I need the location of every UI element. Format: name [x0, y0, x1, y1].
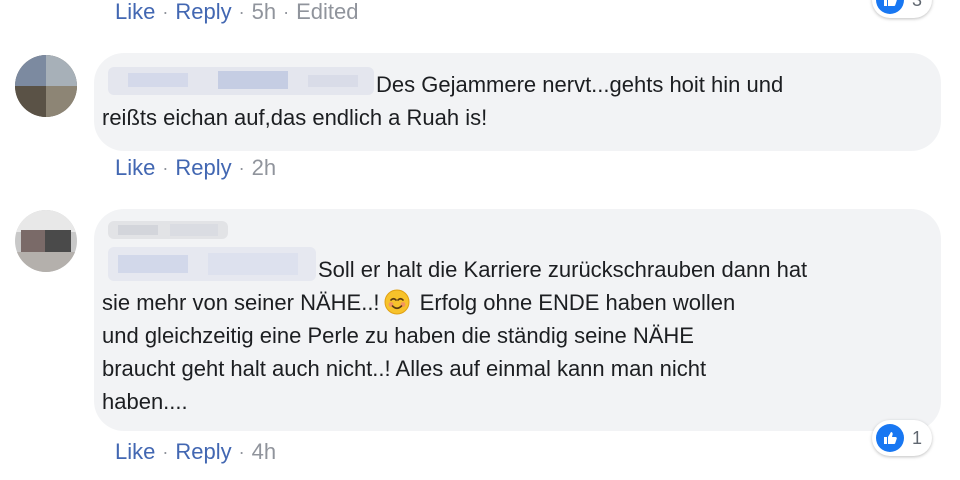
reply-link[interactable]: Reply [175, 0, 231, 25]
comment-bubble: Soll er halt die Karriere zurückschraube… [94, 209, 941, 431]
comment-text-line: Soll er halt die Karriere zurückschraube… [318, 257, 808, 282]
thumbs-up-icon [876, 0, 904, 14]
avatar[interactable] [15, 210, 77, 272]
like-link[interactable]: Like [115, 155, 155, 181]
comment-thread: Like · Reply · 5h · Edited 3 Des Gejamme… [0, 0, 960, 480]
smiling-face-emoji-icon [384, 289, 410, 315]
like-link[interactable]: Like [115, 439, 155, 465]
blurred-author-name[interactable] [108, 221, 228, 239]
blurred-author-name[interactable] [108, 67, 374, 95]
comment-text-segment: Erfolg ohne ENDE haben wollen [419, 290, 736, 315]
reply-link[interactable]: Reply [175, 439, 231, 465]
comment-actions: Like · Reply · 2h [115, 153, 276, 183]
separator-dot: · [283, 1, 290, 22]
reply-link[interactable]: Reply [175, 155, 231, 181]
separator-dot: · [238, 1, 245, 22]
reaction-count: 3 [912, 0, 922, 11]
separator-dot: · [162, 441, 169, 462]
comment-bubble: Des Gejammere nervt...gehts hoit hin und… [94, 53, 941, 151]
comment-actions: Like · Reply · 4h [115, 437, 276, 467]
comment-text-line: Des Gejammere nervt...gehts hoit hin und [376, 72, 784, 97]
comment-text-segment: sie mehr von seiner NÄHE..! [102, 290, 380, 315]
thumbs-up-icon [876, 424, 904, 452]
separator-dot: · [238, 157, 245, 178]
timestamp[interactable]: 4h [252, 439, 276, 465]
comment-actions: Like · Reply · 5h · Edited [115, 0, 358, 27]
separator-dot: · [238, 441, 245, 462]
reaction-badge[interactable]: 3 [872, 0, 933, 18]
like-link[interactable]: Like [115, 0, 155, 25]
comment-text-line: braucht geht halt auch nicht..! Alles au… [102, 356, 707, 381]
comment-text-line: reißts eichan auf,das endlich a Ruah is! [102, 105, 488, 130]
timestamp[interactable]: 2h [252, 155, 276, 181]
avatar[interactable] [15, 55, 77, 117]
edited-label[interactable]: Edited [296, 0, 358, 25]
separator-dot: · [162, 1, 169, 22]
blurred-author-name [108, 247, 316, 281]
comment-text-line: haben.... [102, 389, 188, 414]
timestamp[interactable]: 5h [252, 0, 276, 25]
comment-text-line: sie mehr von seiner NÄHE..! Erfolg ohne … [102, 286, 735, 319]
comment-text-line: und gleichzeitig eine Perle zu haben die… [102, 323, 694, 348]
reaction-count: 1 [912, 427, 923, 448]
separator-dot: · [162, 157, 169, 178]
reaction-badge[interactable]: 1 [872, 420, 933, 456]
